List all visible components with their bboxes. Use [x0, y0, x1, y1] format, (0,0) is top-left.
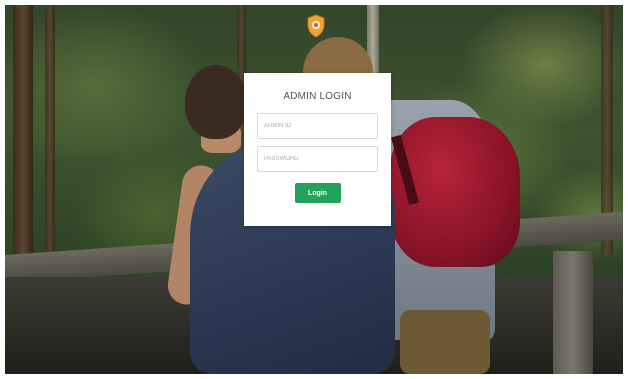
railing-post — [553, 251, 593, 374]
tree-trunk — [45, 5, 55, 255]
admin-id-input[interactable] — [257, 113, 378, 139]
login-title: ADMIN LOGIN — [283, 91, 352, 102]
login-button[interactable]: Login — [294, 183, 341, 203]
login-card: ADMIN LOGIN Login — [244, 73, 391, 226]
password-input[interactable] — [257, 146, 378, 172]
shield-icon — [305, 13, 327, 39]
shield-icon-svg — [307, 14, 325, 38]
person-right-pants — [400, 310, 490, 374]
person-left-head — [185, 65, 247, 139]
login-page: ADMIN LOGIN Login — [5, 5, 623, 374]
